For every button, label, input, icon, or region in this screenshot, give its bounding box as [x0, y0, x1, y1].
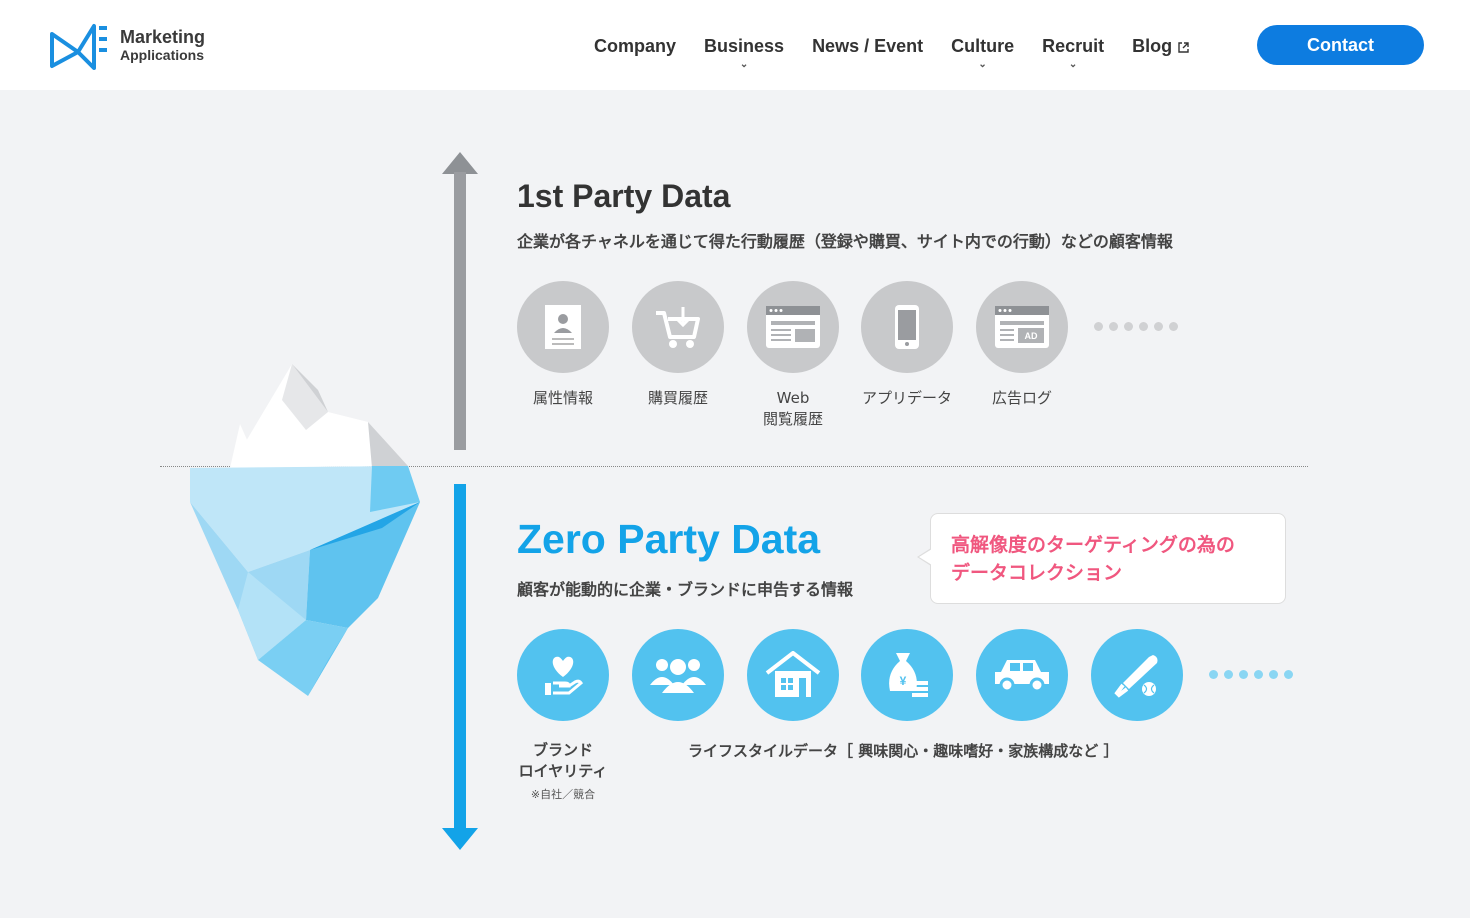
nav-item-business[interactable]: Business ⌄ [690, 30, 798, 70]
people-group-icon [650, 659, 706, 693]
svg-text:AD: AD [1025, 331, 1038, 341]
house-icon [765, 651, 821, 697]
more-items-dots [1209, 670, 1293, 679]
first-party-item-attributes [517, 281, 609, 373]
zero-party-item-brand [517, 629, 609, 721]
first-party-item-web [747, 281, 839, 373]
browser-window-icon [766, 306, 820, 348]
label-line: Web [776, 389, 810, 407]
nav-item-label: Business [704, 36, 785, 56]
zero-party-item-home [747, 629, 839, 721]
zero-party-description: 顧客が能動的に企業・ブランドに申告する情報 [517, 580, 854, 599]
heart-hand-icon [545, 656, 583, 695]
svg-text:¥: ¥ [900, 674, 907, 688]
site-header: Marketing Applications Company Business ⌄… [0, 0, 1470, 90]
first-party-label: 広告ログ [962, 388, 1082, 409]
iceberg-illustration [190, 364, 420, 696]
callout-line: データコレクション [951, 562, 1123, 584]
label-line: 属性情報 [532, 389, 593, 407]
label-line: 広告ログ [991, 389, 1052, 407]
nav-item-culture[interactable]: Culture ⌄ [937, 30, 1028, 70]
first-party-title: 1st Party Data [517, 178, 731, 214]
brand-loyalty-note: ※自社／競合 [530, 788, 596, 801]
first-party-label: Web 閲覧履歴 [733, 388, 853, 430]
chevron-down-icon: ⌄ [978, 59, 987, 70]
arrow-down-icon [442, 484, 478, 850]
brand-logo-mark-icon [50, 24, 107, 70]
brand-name-line1: Marketing [120, 27, 206, 47]
ad-browser-icon: AD [995, 306, 1049, 348]
brand-name: Marketing Applications [120, 28, 205, 64]
profile-card-icon [545, 305, 581, 349]
first-party-label: アプリデータ [847, 388, 967, 409]
shopping-cart-icon [656, 307, 700, 348]
brand-name-line2: Applications [120, 47, 205, 63]
zero-party-title: Zero Party Data [517, 516, 821, 562]
label-line: 閲覧履歴 [762, 410, 823, 428]
callout-line: 高解像度のターゲティングの為の [951, 534, 1235, 556]
nav-item-label: Culture [951, 36, 1015, 56]
first-party-label: 属性情報 [503, 388, 623, 409]
car-icon [995, 660, 1049, 692]
zero-party-item-finance: ¥ [861, 629, 953, 721]
zero-party-item-car [976, 629, 1068, 721]
lifestyle-data-label: ライフスタイルデータ［ 興味関心・趣味嗜好・家族構成など ］ [688, 742, 1119, 760]
nav-item-blog[interactable]: Blog [1118, 30, 1203, 70]
nav-item-label: Company [594, 36, 677, 56]
first-party-label: 購買履歴 [618, 388, 738, 409]
nav-item-label: News / Event [812, 36, 924, 56]
brand-logo[interactable]: Marketing Applications [50, 20, 220, 72]
zero-party-item-family [632, 629, 724, 721]
first-party-description: 企業が各チャネルを通じて得た行動履歴（登録や購買、サイト内での行動）などの顧客情… [517, 232, 1173, 251]
contact-button[interactable]: Contact [1257, 25, 1424, 65]
label-line: ロイヤリティ [518, 762, 608, 780]
first-party-item-purchase [632, 281, 724, 373]
nav-item-label: Blog [1132, 36, 1173, 56]
brand-loyalty-label: ブランド ロイヤリティ [503, 740, 623, 782]
main-nav: Company Business ⌄ News / Event Culture ⌄ … [580, 30, 1203, 70]
callout-text: 高解像度のターゲティングの為の データコレクション [951, 531, 1265, 587]
first-party-item-ad: AD [976, 281, 1068, 373]
baseball-bat-icon [1114, 655, 1158, 698]
first-party-item-app [861, 281, 953, 373]
zero-party-item-sports [1091, 629, 1183, 721]
label-line: アプリデータ [861, 389, 952, 407]
nav-item-news-event[interactable]: News / Event [798, 30, 937, 70]
nav-item-company[interactable]: Company [580, 30, 690, 70]
callout-box: 高解像度のターゲティングの為の データコレクション [917, 513, 1286, 604]
chevron-down-icon: ⌄ [739, 59, 749, 70]
smartphone-icon [895, 305, 919, 349]
external-link-icon [1178, 42, 1189, 53]
chevron-down-icon: ⌄ [1068, 59, 1078, 70]
nav-item-recruit[interactable]: Recruit ⌄ [1028, 30, 1118, 70]
nav-item-label: Recruit [1042, 36, 1105, 56]
arrow-up-icon [442, 152, 478, 450]
money-bag-icon: ¥ [889, 653, 928, 697]
more-items-dots [1094, 322, 1178, 331]
label-line: ブランド [532, 741, 593, 759]
label-line: 購買履歴 [647, 389, 708, 407]
